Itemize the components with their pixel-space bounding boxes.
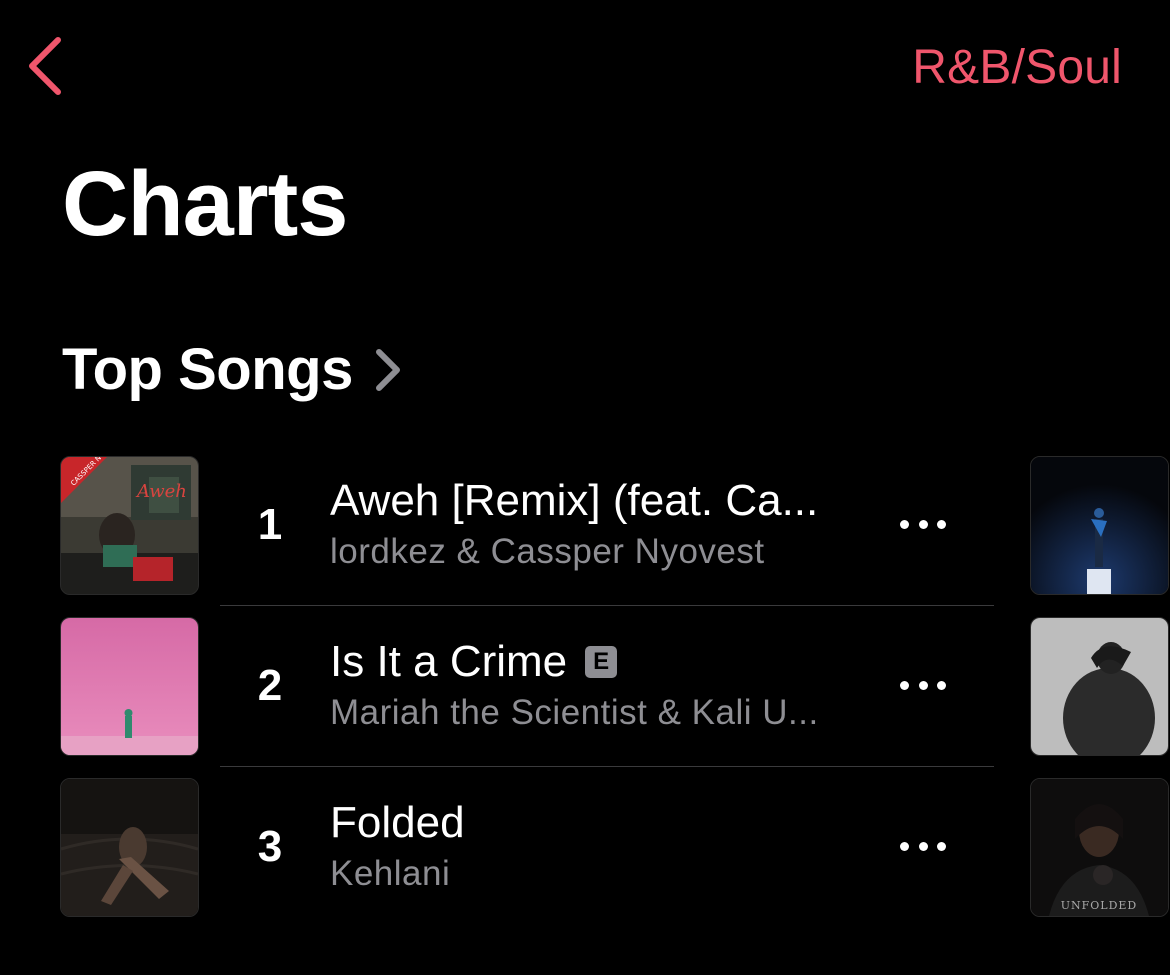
page-title: Charts [62, 153, 348, 255]
song-title-line: Folded [330, 798, 850, 848]
song-row-1[interactable]: Aweh CASSPER NYOVEST 1 Aweh [Remix] (fea… [60, 456, 994, 595]
genre-link[interactable]: R&B/Soul [912, 40, 1122, 95]
song-artist: Mariah the Scientist & Kali U... [330, 693, 819, 732]
album-art: Aweh CASSPER NYOVEST [60, 456, 199, 595]
rank-number: 3 [257, 821, 283, 871]
song-title: Folded [330, 798, 465, 847]
ellipsis-dot [937, 519, 946, 529]
row-divider [220, 605, 994, 606]
ellipsis-dot [918, 680, 928, 690]
more-options-button[interactable] [900, 828, 946, 864]
more-options-button[interactable] [900, 506, 946, 542]
more-options-button[interactable] [900, 667, 946, 703]
ellipsis-icon [900, 519, 909, 529]
album-art [60, 778, 199, 917]
ellipsis-dot [937, 841, 946, 851]
song-artist: Kehlani [330, 854, 451, 893]
svg-text:Aweh: Aweh [135, 481, 187, 502]
next-column-album-art-2[interactable] [1030, 617, 1169, 756]
song-title: Aweh [Remix] (feat. Ca... [330, 476, 819, 525]
rank-number: 2 [257, 660, 283, 710]
album-art [60, 617, 199, 756]
song-row-3[interactable]: 3 Folded Kehlani [60, 778, 994, 917]
ellipsis-icon [900, 841, 909, 851]
svg-text:UNFOLDED: UNFOLDED [1061, 899, 1138, 912]
song-artist: lordkez & Cassper Nyovest [330, 532, 765, 571]
song-row-2[interactable]: 2 Is It a Crime E Mariah the Scientist &… [60, 617, 994, 756]
chevron-left-icon [29, 37, 61, 95]
row-divider [220, 766, 994, 767]
ellipsis-dot [918, 519, 928, 529]
rank-number: 1 [257, 499, 283, 549]
song-title: Is It a Crime [330, 637, 568, 686]
top-songs-header[interactable]: Top Songs [62, 336, 403, 403]
back-button[interactable] [22, 34, 70, 98]
next-column-album-art-1[interactable] [1030, 456, 1169, 595]
ellipsis-dot [937, 680, 946, 690]
ellipsis-icon [900, 680, 909, 690]
explicit-badge: E [585, 646, 618, 678]
song-title-line: Aweh [Remix] (feat. Ca... [330, 476, 850, 526]
ellipsis-dot [918, 841, 928, 851]
song-title-line: Is It a Crime E [330, 637, 850, 687]
chevron-right-icon [375, 348, 400, 391]
section-title: Top Songs [62, 337, 353, 402]
next-column-album-art-3[interactable]: UNFOLDED [1030, 778, 1169, 917]
